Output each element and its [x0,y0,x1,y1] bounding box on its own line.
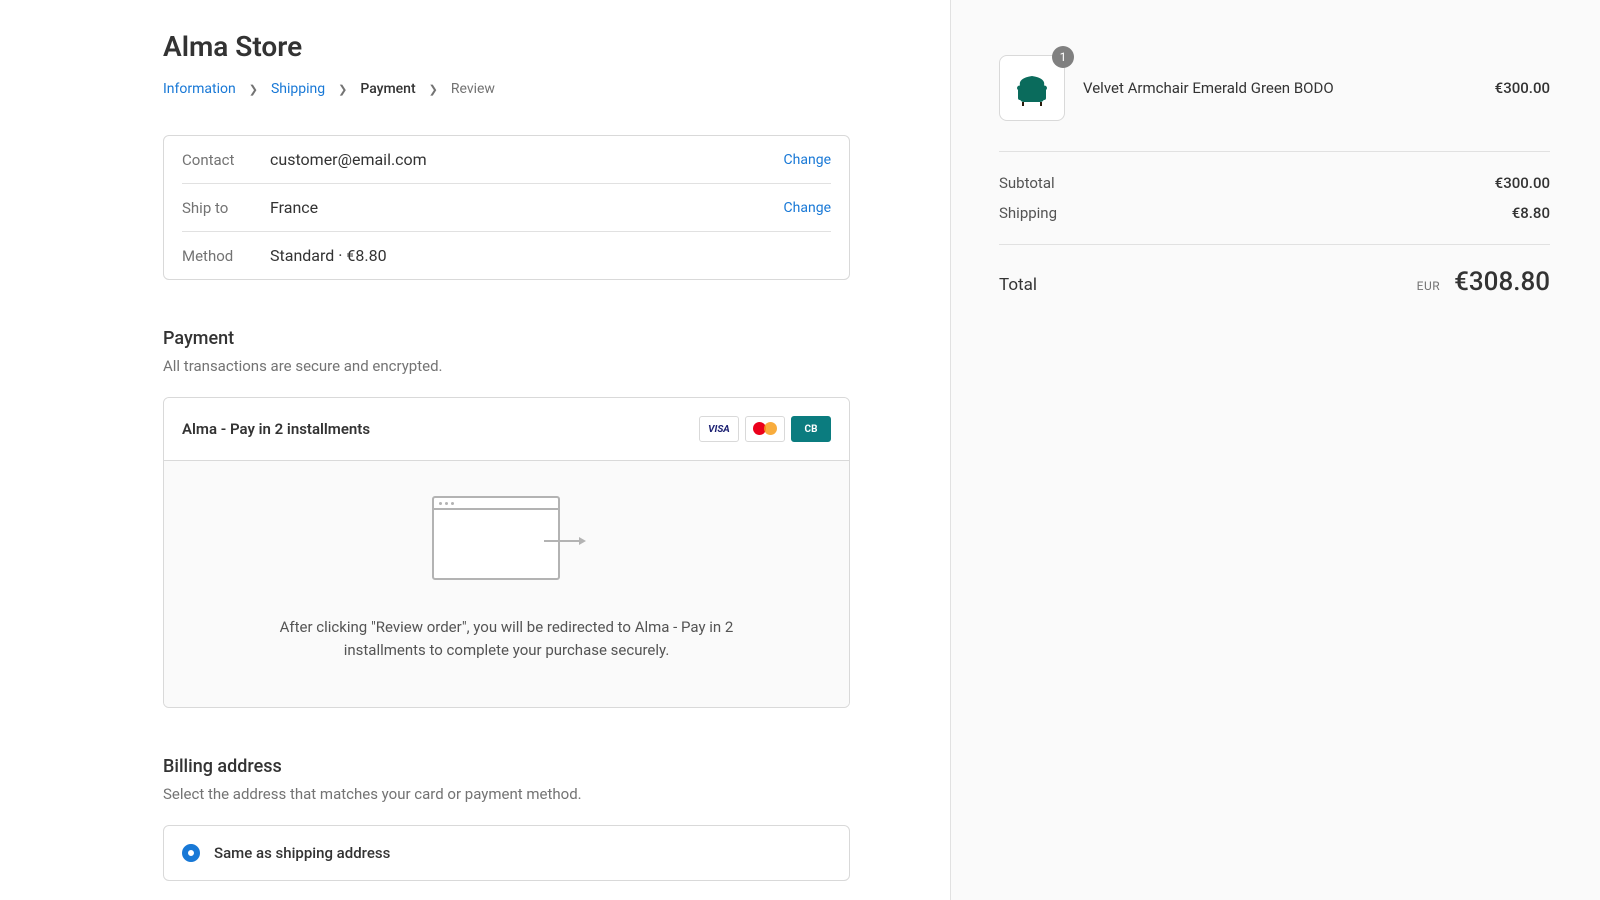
breadcrumb: Information ❯ Shipping ❯ Payment ❯ Revie… [163,81,850,97]
checkout-main: Alma Store Information ❯ Shipping ❯ Paym… [0,0,950,900]
cb-icon: CB [791,416,831,442]
chevron-right-icon: ❯ [249,83,258,96]
billing-card: Same as shipping address [163,825,850,881]
review-method-row: Method Standard · €8.80 [182,232,831,279]
radio-selected-icon [182,844,200,862]
review-contact-row: Contact customer@email.com Change [182,136,831,184]
breadcrumb-payment: Payment [360,81,415,97]
product-thumbnail: 1 [999,55,1065,121]
billing-same-label: Same as shipping address [214,844,390,862]
payment-method-body: After clicking "Review order", you will … [164,461,849,707]
total-currency: EUR [1417,279,1441,293]
shipping-value: €8.80 [1512,204,1550,222]
mastercard-icon [745,416,785,442]
shipto-value: France [270,198,784,217]
billing-same-option[interactable]: Same as shipping address [164,826,849,880]
breadcrumb-review: Review [451,81,495,97]
redirect-illustration-icon [432,496,582,586]
total-amount: €308.80 [1454,267,1550,297]
breadcrumb-information[interactable]: Information [163,81,236,97]
subtotal-value: €300.00 [1495,174,1550,192]
shipping-line: Shipping €8.80 [999,204,1550,222]
divider [999,244,1550,245]
store-name: Alma Store [163,30,850,63]
visa-icon: VISA [699,416,739,442]
chevron-right-icon: ❯ [338,83,347,96]
card-brand-icons: VISA CB [699,416,831,442]
totals-block: Subtotal €300.00 Shipping €8.80 Total EU… [999,152,1550,297]
method-label: Method [182,247,270,265]
shipping-label: Shipping [999,204,1057,222]
quantity-badge: 1 [1052,46,1074,68]
billing-heading: Billing address [163,756,850,777]
review-box: Contact customer@email.com Change Ship t… [163,135,850,280]
product-price: €300.00 [1495,79,1550,97]
chevron-right-icon: ❯ [429,83,438,96]
payment-heading: Payment [163,328,850,349]
subtotal-line: Subtotal €300.00 [999,174,1550,192]
payment-method-card: Alma - Pay in 2 installments VISA CB Aft… [163,397,850,708]
breadcrumb-shipping[interactable]: Shipping [271,81,325,97]
method-value: Standard · €8.80 [270,246,831,265]
payment-subheading: All transactions are secure and encrypte… [163,357,850,375]
product-name: Velvet Armchair Emerald Green BODO [1083,79,1477,97]
subtotal-label: Subtotal [999,174,1055,192]
redirect-text: After clicking "Review order", you will … [244,616,769,663]
grand-total-line: Total EUR €308.80 [999,267,1550,297]
total-label: Total [999,275,1037,295]
change-contact-link[interactable]: Change [784,152,831,168]
payment-method-header[interactable]: Alma - Pay in 2 installments VISA CB [164,398,849,461]
payment-method-title: Alma - Pay in 2 installments [182,420,370,438]
contact-value: customer@email.com [270,150,784,169]
contact-label: Contact [182,151,270,169]
shipto-label: Ship to [182,199,270,217]
cart-line-item: 1 Velvet Armchair Emerald Green BODO €30… [999,55,1550,152]
change-shipto-link[interactable]: Change [784,200,831,216]
billing-subheading: Select the address that matches your car… [163,785,850,803]
review-shipto-row: Ship to France Change [182,184,831,232]
armchair-icon [1012,68,1052,108]
order-summary-sidebar: 1 Velvet Armchair Emerald Green BODO €30… [950,0,1600,900]
